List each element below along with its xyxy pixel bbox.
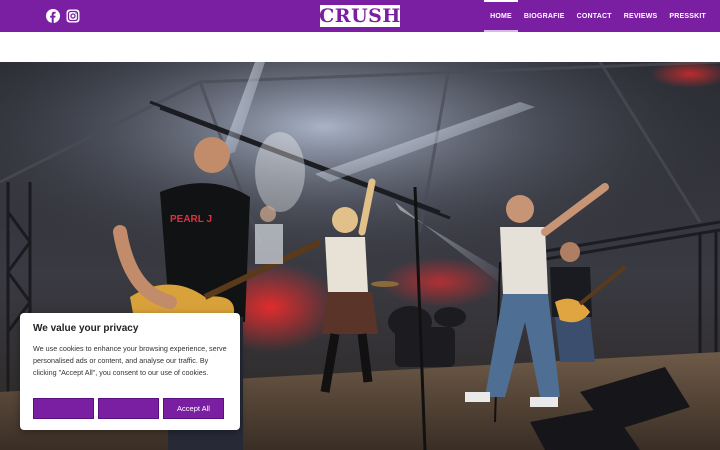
logo-text: CRUSH xyxy=(319,4,401,27)
customise-button[interactable]: Customise xyxy=(33,398,94,419)
instagram-link[interactable] xyxy=(66,9,80,23)
header-spacer xyxy=(0,32,720,62)
main-menu: HOME BIOGRAFIE CONTACT REVIEWS PRESSKIT xyxy=(484,0,712,32)
top-navigation-bar: CRUSH HOME BIOGRAFIE CONTACT REVIEWS PRE… xyxy=(0,0,720,32)
facebook-link[interactable] xyxy=(46,9,60,23)
consent-title: We value your privacy xyxy=(33,323,139,334)
reject-all-button[interactable]: Reject All xyxy=(98,398,159,419)
accept-all-button[interactable]: Accept All xyxy=(163,398,224,419)
consent-body: We use cookies to enhance your browsing … xyxy=(33,344,227,377)
social-links xyxy=(46,9,80,23)
consent-buttons: Customise Reject All Accept All xyxy=(33,398,224,419)
nav-reviews[interactable]: REVIEWS xyxy=(618,0,664,32)
facebook-icon xyxy=(46,9,60,23)
nav-presskit[interactable]: PRESSKIT xyxy=(663,0,712,32)
svg-text:PEARL J: PEARL J xyxy=(170,214,212,225)
nav-biografie[interactable]: BIOGRAFIE xyxy=(518,0,571,32)
nav-contact[interactable]: CONTACT xyxy=(571,0,618,32)
site-logo[interactable]: CRUSH xyxy=(319,4,401,27)
cookie-consent-dialog: We value your privacy We use cookies to … xyxy=(20,313,240,430)
instagram-icon xyxy=(66,9,80,23)
nav-home[interactable]: HOME xyxy=(484,0,518,32)
